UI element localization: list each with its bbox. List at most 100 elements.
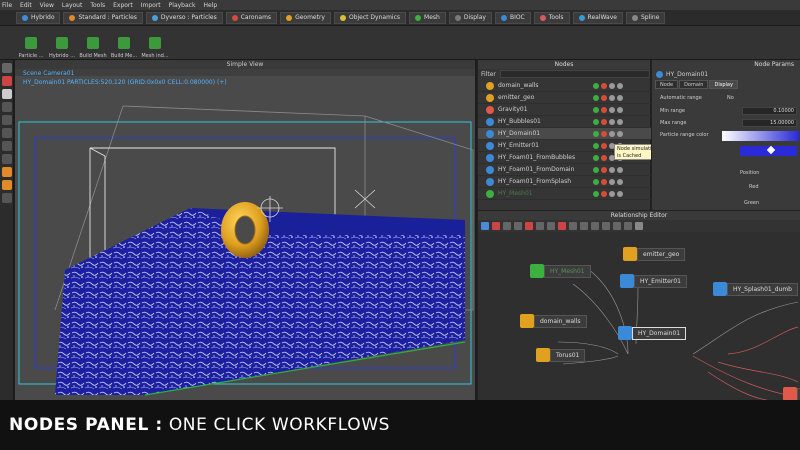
link-tool-icon[interactable] [2, 154, 12, 164]
params-tab[interactable]: Node [655, 79, 679, 89]
node-icon[interactable] [580, 222, 588, 230]
lock-icon[interactable] [617, 130, 623, 137]
min-range-field[interactable]: 0.10000 [742, 107, 797, 115]
max-range-field[interactable]: 15.00000 [742, 119, 797, 127]
lock-icon[interactable] [617, 106, 623, 113]
edit-icon[interactable] [593, 82, 599, 89]
cache-icon[interactable] [601, 118, 607, 125]
visibility-icon[interactable] [609, 118, 615, 125]
node-icon[interactable] [558, 222, 566, 230]
shelf-tab[interactable]: Caronams [225, 11, 278, 24]
shelf-tool-button[interactable]: Particle ... [16, 29, 46, 59]
shelf-tab[interactable]: Geometry [280, 11, 331, 24]
visibility-icon[interactable] [609, 82, 615, 89]
relationship-editor[interactable]: Relationship Editor emitter_geo HY_Mesh01… [477, 210, 800, 401]
visibility-icon[interactable] [609, 178, 615, 185]
shelf-tab[interactable]: Object Dynamics [333, 11, 407, 24]
edit-icon[interactable] [593, 106, 599, 113]
link-icon[interactable] [525, 222, 533, 230]
node-icon[interactable] [547, 222, 555, 230]
shelf-tab[interactable]: Dyverso : Particles [145, 11, 223, 24]
emitter-tool-icon[interactable] [2, 180, 12, 190]
graph-node[interactable]: HY_Emitter01 [620, 274, 687, 288]
graph-node[interactable]: Torus01 [536, 348, 586, 362]
menu-item[interactable]: Import [141, 2, 161, 9]
cache-icon[interactable] [601, 142, 607, 149]
visibility-icon[interactable] [609, 130, 615, 137]
lock-icon[interactable] [617, 94, 623, 101]
node-icon[interactable] [503, 222, 511, 230]
cache-icon[interactable] [601, 106, 607, 113]
cache-icon[interactable] [601, 190, 607, 197]
shelf-tab[interactable]: RealWave [572, 11, 623, 24]
graph-node[interactable]: domain_walls [520, 314, 587, 328]
node-list-item[interactable]: emitter_geo [478, 92, 651, 104]
node-icon[interactable] [536, 222, 544, 230]
shelf-tool-button[interactable]: Hybrido ... [47, 29, 77, 59]
visibility-icon[interactable] [609, 106, 615, 113]
menu-item[interactable]: Tools [90, 2, 105, 9]
visibility-icon[interactable] [609, 94, 615, 101]
node-icon[interactable] [569, 222, 577, 230]
edit-icon[interactable] [593, 94, 599, 101]
shelf-tool-button[interactable]: Build Me... [109, 29, 139, 59]
shelf-tab[interactable]: Mesh [409, 11, 446, 24]
camera-tool-icon[interactable] [2, 115, 12, 125]
node-list-item[interactable]: HY_Bubbles01 [478, 116, 651, 128]
node-list-item[interactable]: HY_Foam01_FromSplash [478, 176, 651, 188]
shelf-tab[interactable]: Tools [533, 11, 570, 24]
params-tab[interactable]: Domain [679, 79, 709, 89]
node-list-item[interactable]: Gravity01 [478, 104, 651, 116]
lock-icon[interactable] [617, 166, 623, 173]
filter-input[interactable] [499, 70, 650, 78]
cache-icon[interactable] [601, 94, 607, 101]
cache-icon[interactable] [601, 130, 607, 137]
edit-icon[interactable] [593, 178, 599, 185]
lock-icon[interactable] [617, 82, 623, 89]
node-icon[interactable] [624, 222, 632, 230]
move-tool-icon[interactable] [2, 76, 12, 86]
graph-node[interactable]: Gra [783, 387, 800, 401]
cache-icon[interactable] [601, 166, 607, 173]
menu-item[interactable]: Layout [62, 2, 82, 9]
cache-icon[interactable] [601, 178, 607, 185]
paint-tool-icon[interactable] [2, 141, 12, 151]
node-icon[interactable] [613, 222, 621, 230]
rotate-tool-icon[interactable] [2, 89, 12, 99]
filter-icon[interactable] [492, 222, 500, 230]
shelf-tab[interactable]: Display [448, 11, 492, 24]
node-list-item[interactable]: HY_Mesh01 [478, 188, 651, 200]
menu-item[interactable]: Playback [169, 2, 196, 9]
visibility-icon[interactable] [609, 166, 615, 173]
shelf-tab[interactable]: BIOC [494, 11, 531, 24]
edit-icon[interactable] [593, 118, 599, 125]
cache-icon[interactable] [601, 82, 607, 89]
edit-icon[interactable] [593, 190, 599, 197]
shelf-tool-button[interactable]: Mesh ind... [140, 29, 170, 59]
pen-tool-icon[interactable] [2, 128, 12, 138]
select-tool-icon[interactable] [2, 63, 12, 73]
node-icon[interactable] [602, 222, 610, 230]
shelf-tool-button[interactable]: Build Mesh [78, 29, 108, 59]
lock-icon[interactable] [617, 178, 623, 185]
menu-item[interactable]: File [2, 2, 12, 9]
shelf-tab[interactable]: Standard : Particles [63, 11, 143, 24]
lock-icon[interactable] [617, 118, 623, 125]
color-gradient-bar[interactable] [722, 131, 799, 141]
menu-item[interactable]: View [40, 2, 54, 9]
edit-icon[interactable] [593, 130, 599, 137]
edit-icon[interactable] [593, 166, 599, 173]
up-arrow-icon[interactable] [635, 222, 643, 230]
node-list-item[interactable]: domain_walls [478, 80, 651, 92]
edit-icon[interactable] [593, 154, 599, 161]
mesh-tool-icon[interactable] [2, 193, 12, 203]
node-list-item[interactable]: HY_Domain01 [478, 128, 651, 140]
graph-node[interactable]: HY_Splash01_dumb [713, 282, 798, 296]
menu-item[interactable]: Help [203, 2, 217, 9]
menu-item[interactable]: Export [113, 2, 133, 9]
node-list-item[interactable]: HY_Foam01_FromDomain [478, 164, 651, 176]
shelf-tab[interactable]: Spline [625, 11, 666, 24]
edit-icon[interactable] [593, 142, 599, 149]
node-icon[interactable] [591, 222, 599, 230]
graph-node[interactable]: HY_Domain01 [618, 326, 687, 340]
